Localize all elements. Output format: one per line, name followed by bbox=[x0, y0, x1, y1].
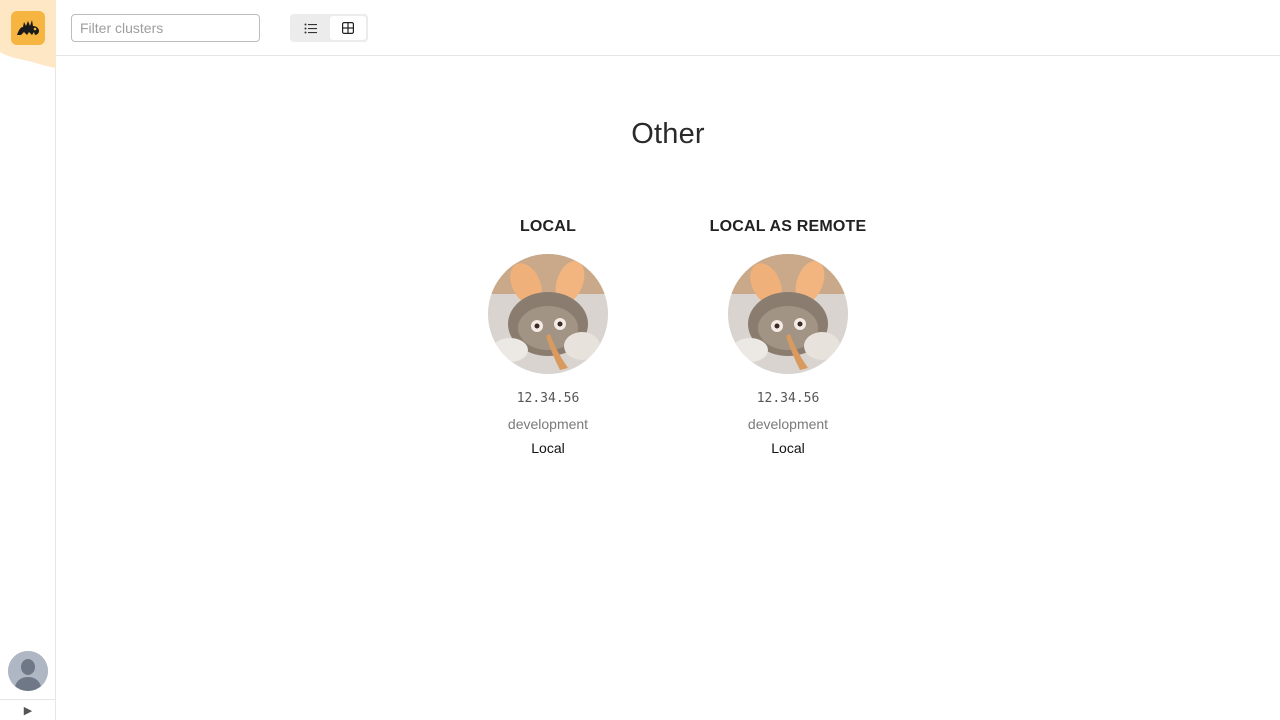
cluster-type: Local bbox=[771, 440, 805, 456]
group-title: Other bbox=[631, 118, 705, 150]
cluster-type: Local bbox=[531, 440, 565, 456]
user-avatar[interactable] bbox=[8, 651, 48, 691]
expand-arrow-icon: ▶ bbox=[23, 704, 33, 717]
cluster-environment: development bbox=[507, 416, 589, 432]
list-view-button[interactable] bbox=[292, 16, 328, 40]
cluster-avatar-image bbox=[728, 254, 848, 374]
cluster-grid: Other LOCAL 12.34.56 development Local L… bbox=[56, 56, 1280, 720]
cluster-name: LOCAL AS REMOTE bbox=[709, 218, 867, 235]
grid-icon bbox=[342, 22, 354, 34]
sidebar: ▶ bbox=[0, 0, 56, 720]
app-logo[interactable] bbox=[11, 11, 45, 45]
cluster-version: 12.34.56 bbox=[516, 391, 580, 406]
cluster-name: LOCAL bbox=[519, 218, 577, 235]
cluster-environment: development bbox=[747, 416, 829, 432]
list-icon bbox=[304, 23, 317, 33]
app: ▶ Filter clusters Other LOCAL 12.34.56 d… bbox=[0, 0, 1280, 720]
view-mode-toggle bbox=[290, 14, 368, 42]
cluster-version: 12.34.56 bbox=[756, 391, 820, 406]
cluster-card-local-as-remote[interactable]: LOCAL AS REMOTE 12.34.56 development Loc… bbox=[698, 216, 878, 457]
sidebar-expand-button[interactable]: ▶ bbox=[0, 699, 56, 720]
cluster-avatar-image bbox=[488, 254, 608, 374]
dragon-logo-icon bbox=[17, 20, 39, 35]
cluster-card-local[interactable]: LOCAL 12.34.56 development Local bbox=[458, 216, 638, 457]
user-avatar-icon bbox=[8, 651, 48, 691]
grid-view-button[interactable] bbox=[330, 16, 366, 40]
toolbar bbox=[56, 0, 1280, 56]
filter-clusters-input[interactable] bbox=[71, 14, 260, 42]
